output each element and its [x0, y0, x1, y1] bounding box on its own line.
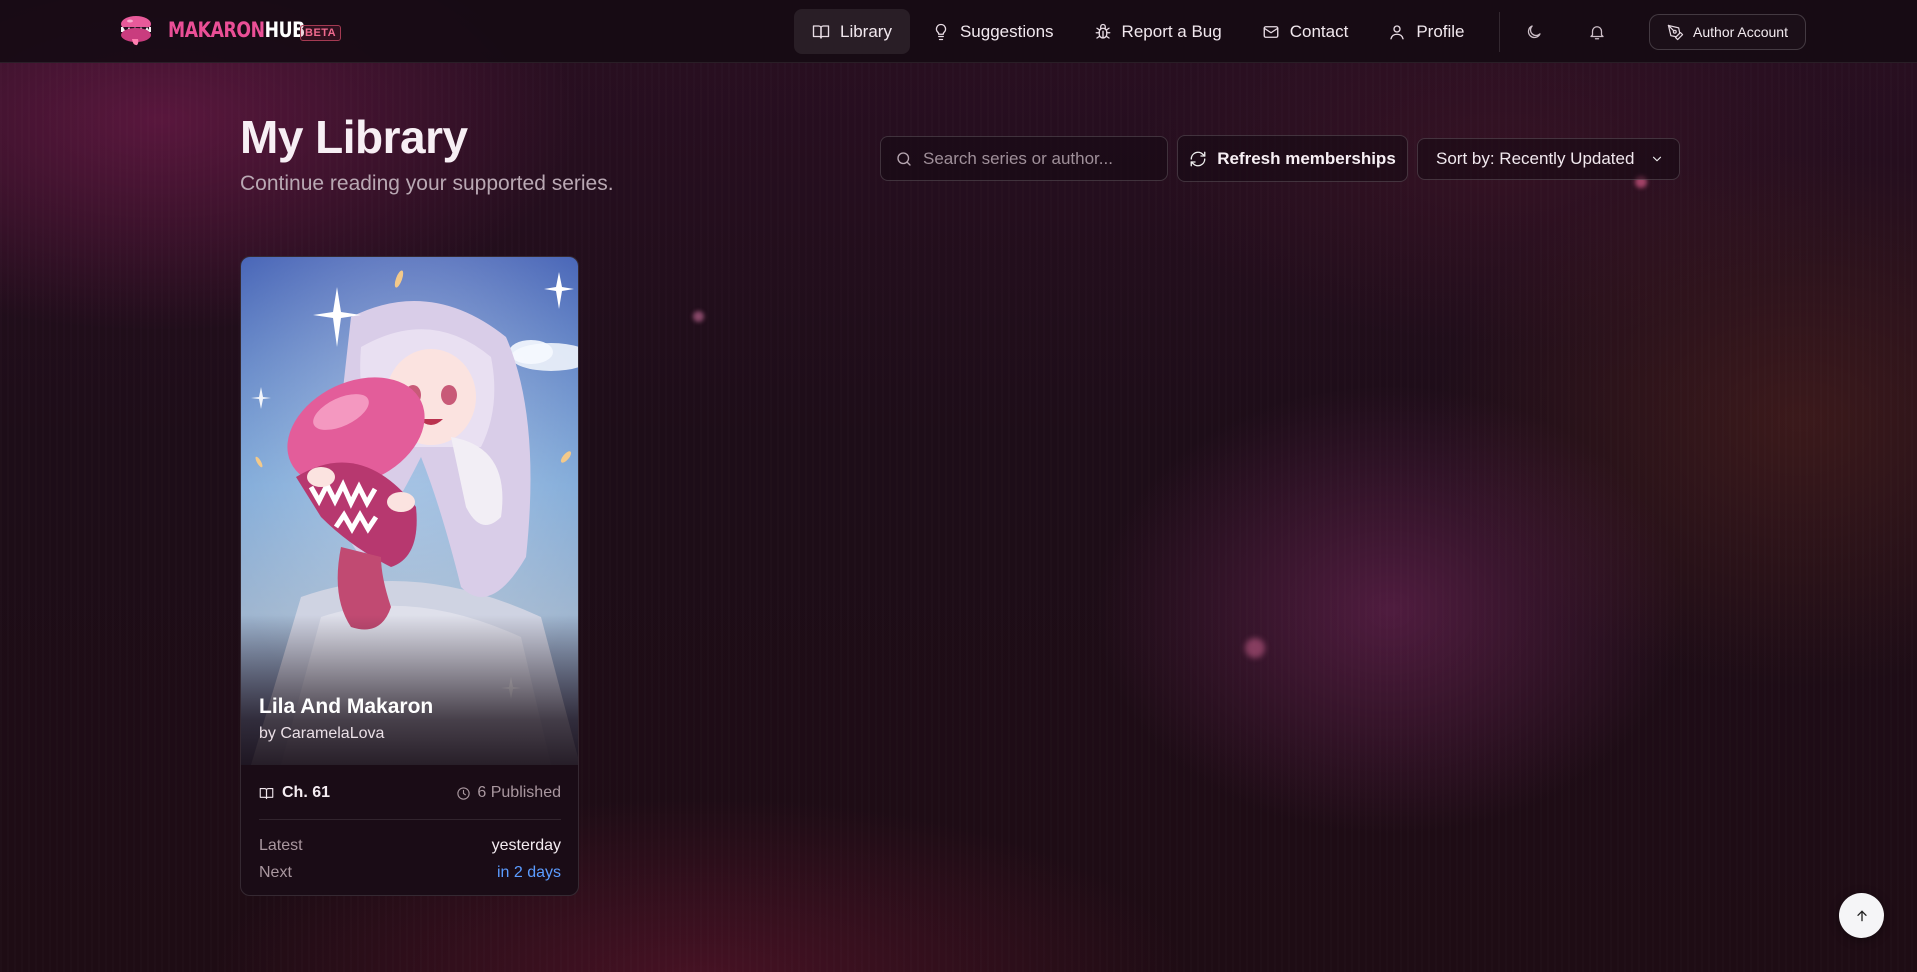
- chapter-info: Ch. 61: [259, 784, 330, 802]
- nav-label: Report a Bug: [1121, 21, 1222, 41]
- refresh-memberships-button[interactable]: Refresh memberships: [1177, 135, 1408, 182]
- next-row: Next in 2 days: [259, 864, 561, 882]
- nav-label: Suggestions: [959, 21, 1054, 41]
- page-title: My Library: [240, 111, 468, 163]
- nav-label: Profile: [1416, 21, 1465, 41]
- nav-item-suggestions[interactable]: Suggestions: [914, 9, 1072, 54]
- nav-item-report-bug[interactable]: Report a Bug: [1076, 9, 1240, 54]
- beta-badge: BETA: [300, 25, 342, 41]
- bug-icon: [1095, 23, 1110, 39]
- sort-label: Sort by: Recently Updated: [1436, 149, 1635, 168]
- bokeh-dot: [693, 311, 704, 322]
- moon-icon: [1527, 25, 1541, 39]
- nav-label: Contact: [1289, 21, 1349, 41]
- series-cover-image: Lila And Makaron by CaramelaLova: [241, 257, 578, 765]
- page-subtitle: Continue reading your supported series.: [240, 172, 614, 195]
- refresh-label: Refresh memberships: [1217, 148, 1396, 168]
- makaron-logo-icon: [121, 16, 151, 46]
- bokeh-dot: [1245, 638, 1265, 658]
- nav-label: Library: [840, 21, 892, 41]
- latest-row: Latest yesterday: [259, 837, 561, 855]
- pen-tool-icon: [1667, 24, 1684, 40]
- nav-item-contact[interactable]: Contact: [1244, 9, 1367, 54]
- latest-label: Latest: [259, 837, 303, 854]
- sort-select[interactable]: Sort by: Recently Updated: [1417, 138, 1680, 180]
- series-title[interactable]: Lila And Makaron: [259, 695, 433, 719]
- next-label: Next: [259, 864, 292, 881]
- scroll-to-top-button[interactable]: [1839, 893, 1884, 938]
- author-account-button[interactable]: Author Account: [1649, 14, 1806, 50]
- brand-name: MAKARONHUB: [168, 18, 305, 42]
- chevron-down-icon: [1653, 156, 1662, 162]
- nav-item-library[interactable]: Library: [794, 9, 910, 54]
- nav-divider: [1499, 12, 1500, 52]
- clock-icon: [457, 786, 471, 800]
- published-count: 6 Published: [456, 784, 561, 802]
- author-account-label: Author Account: [1693, 24, 1788, 40]
- book-icon: [259, 787, 274, 799]
- theme-toggle-button[interactable]: [1516, 14, 1552, 50]
- divider: [259, 819, 561, 820]
- search-icon: [897, 151, 911, 166]
- nav-links: Library Suggestions Report a Bug Contact…: [794, 9, 1487, 54]
- latest-value: yesterday: [491, 837, 561, 854]
- series-card[interactable]: Lila And Makaron by CaramelaLova Ch. 61 …: [240, 256, 579, 896]
- nav-item-profile[interactable]: Profile: [1370, 9, 1482, 54]
- top-navbar: MAKARONHUB BETA Library Suggestions Repo…: [0, 0, 1917, 63]
- brand[interactable]: MAKARONHUB BETA: [118, 12, 342, 48]
- bell-icon: [1590, 26, 1604, 40]
- book-icon: [812, 24, 830, 39]
- chapter-label: Ch. 61: [282, 784, 331, 801]
- published-label: 6 Published: [477, 784, 561, 801]
- search-box: [880, 136, 1168, 181]
- next-value: in 2 days: [496, 864, 561, 881]
- arrow-up-icon: [1856, 910, 1867, 921]
- lightbulb-icon: [935, 23, 947, 40]
- notifications-button[interactable]: [1579, 14, 1615, 50]
- search-input[interactable]: [923, 148, 1143, 169]
- user-icon: [1390, 24, 1405, 39]
- series-author: by CaramelaLova: [259, 725, 385, 742]
- refresh-icon: [1190, 151, 1206, 166]
- mail-icon: [1263, 25, 1279, 38]
